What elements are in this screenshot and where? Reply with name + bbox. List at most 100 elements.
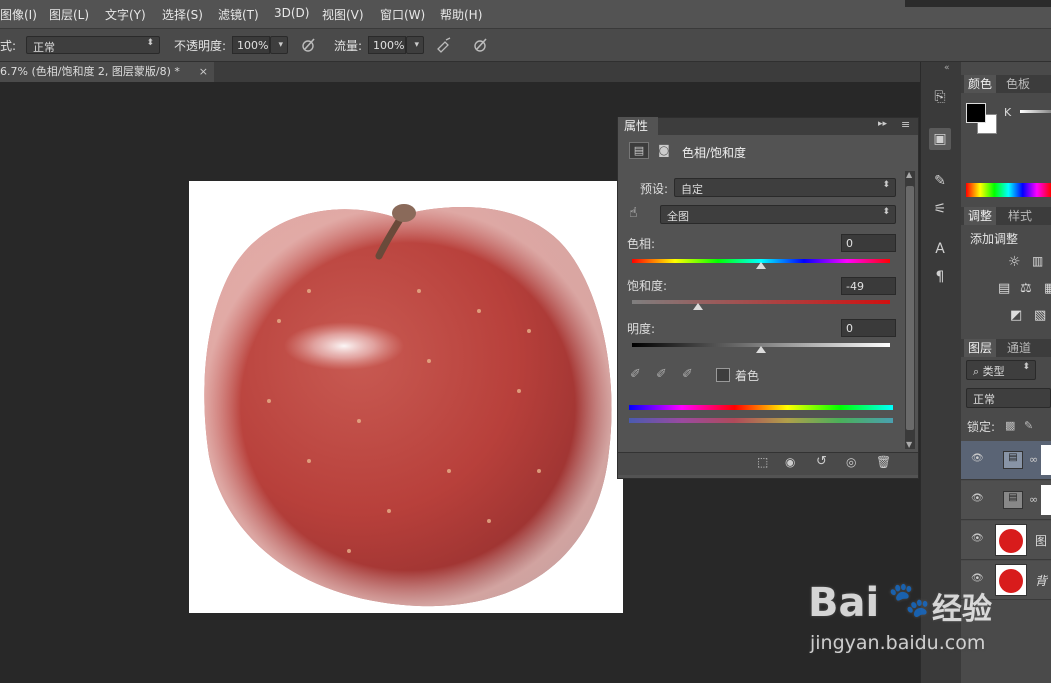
panel-menu-icon[interactable]: ≡ <box>901 118 910 131</box>
flow-dropdown-button[interactable]: ▾ <box>406 36 424 54</box>
opacity-field[interactable]: 100% <box>232 36 270 54</box>
hue-saturation-icon[interactable]: ▤ <box>998 281 1010 296</box>
layer-mask-thumbnail[interactable] <box>1041 445 1051 475</box>
trash-icon[interactable]: 🗑 <box>876 455 891 469</box>
tab-styles[interactable]: 样式 <box>1004 207 1036 225</box>
eye-icon[interactable]: 👁 <box>971 533 984 544</box>
menu-image[interactable]: 图像(I) <box>0 6 37 23</box>
paragraph-icon[interactable]: ¶ <box>929 266 951 288</box>
reset-icon[interactable]: ↺ <box>816 454 827 469</box>
properties-icon[interactable]: ▣ <box>929 128 951 150</box>
history-icon[interactable]: ⎘ <box>929 86 951 108</box>
layer-row-hue-sat-1[interactable]: 👁 ▤ ∞ <box>961 481 1051 520</box>
brightness-icon[interactable]: ☼ <box>1008 254 1021 270</box>
collapse-icon[interactable]: « <box>944 63 950 73</box>
chevron-down-icon: ▾ <box>278 40 283 50</box>
pressure-size-icon[interactable] <box>472 37 488 53</box>
visibility-eye-icon[interactable]: ◎ <box>846 455 856 469</box>
chain-link-icon[interactable]: ∞ <box>1029 453 1038 466</box>
collapse-double-arrow-icon[interactable]: ▸▸ <box>878 119 887 129</box>
layer-mask-thumbnail[interactable] <box>1041 485 1051 515</box>
eyedropper-minus-icon[interactable]: ✐ <box>682 367 693 382</box>
layer-row-hue-sat-2[interactable]: 👁 ▤ ∞ <box>961 441 1051 480</box>
character-icon[interactable]: A <box>929 238 951 260</box>
tab-properties[interactable]: 属性 <box>618 117 658 135</box>
levels-icon[interactable]: ▥ <box>1032 254 1043 268</box>
eye-icon[interactable]: 👁 <box>971 453 984 464</box>
invert-icon[interactable]: ◩ <box>1010 308 1022 323</box>
black-white-icon[interactable]: ▦ <box>1044 281 1051 296</box>
flow-field[interactable]: 100% <box>368 36 406 54</box>
properties-panel-header <box>618 118 918 135</box>
lightness-slider-thumb[interactable] <box>756 346 766 353</box>
updown-arrow-icon: ⬍ <box>882 180 890 190</box>
tab-swatches[interactable]: 色板 <box>1002 75 1034 93</box>
lock-paint-icon[interactable]: ✎ <box>1024 419 1033 432</box>
blend-mode-dropdown[interactable]: 正常 <box>966 388 1051 408</box>
pressure-opacity-icon[interactable] <box>300 37 316 53</box>
opacity-label: 不透明度: <box>174 39 227 53</box>
mode-dropdown[interactable]: 正常 ⬍ <box>26 36 160 54</box>
menu-help[interactable]: 帮助(H) <box>440 6 482 23</box>
updown-arrow-icon: ⬍ <box>882 207 890 217</box>
preset-dropdown[interactable]: 自定 ⬍ <box>674 178 896 197</box>
eyedropper-plus-icon[interactable]: ✐ <box>656 367 667 382</box>
document-tab[interactable]: 6.7% (色相/饱和度 2, 图层蒙版/8) * × <box>0 62 214 82</box>
menu-filter[interactable]: 滤镜(T) <box>218 6 259 23</box>
menu-window[interactable]: 窗口(W) <box>380 6 425 23</box>
scroll-up-arrow-icon[interactable]: ▲ <box>906 170 912 179</box>
scroll-down-arrow-icon[interactable]: ▼ <box>906 440 912 449</box>
targeted-adjust-hand-icon[interactable]: ☝ <box>629 205 638 221</box>
saturation-value-field[interactable]: -49 <box>841 277 896 295</box>
foreground-color-swatch[interactable] <box>966 103 986 123</box>
opacity-dropdown-button[interactable]: ▾ <box>270 36 288 54</box>
colorize-checkbox[interactable] <box>716 368 730 382</box>
mask-mode-icon[interactable]: ◙ <box>655 142 673 159</box>
airbrush-icon[interactable] <box>436 37 452 53</box>
menu-3d[interactable]: 3D(D) <box>274 6 309 20</box>
adjustment-mode-icon[interactable]: ▤ <box>629 142 649 159</box>
menu-type[interactable]: 文字(Y) <box>105 6 146 23</box>
document-canvas[interactable] <box>189 181 623 613</box>
lock-transparency-icon[interactable]: ▩ <box>1005 419 1015 432</box>
menu-select[interactable]: 选择(S) <box>162 6 203 23</box>
clip-to-layer-icon[interactable]: ⬚ <box>757 455 768 469</box>
layer-filter-dropdown[interactable]: ⌕ 类型 ⬍ <box>966 360 1036 380</box>
layer-name: 图 <box>1035 534 1048 548</box>
search-icon: ⌕ <box>973 365 983 378</box>
k-slider[interactable] <box>1020 110 1051 113</box>
range-dropdown[interactable]: 全图 ⬍ <box>660 205 896 224</box>
saturation-slider-track[interactable] <box>632 300 890 304</box>
adjust-sliders-icon[interactable]: ⚟ <box>929 198 951 220</box>
eye-icon[interactable]: 👁 <box>971 493 984 504</box>
baidu-watermark: Bai 🐾 经验 jingyan.baidu.com <box>808 568 1038 668</box>
tab-layers[interactable]: 图层 <box>964 339 997 357</box>
adjustment-name: 色相/饱和度 <box>682 146 747 160</box>
saturation-slider-thumb[interactable] <box>692 303 703 310</box>
mode-label: 式: <box>0 39 17 53</box>
flow-label: 流量: <box>334 39 363 53</box>
tab-channels[interactable]: 通道 <box>1003 339 1035 357</box>
close-icon[interactable]: × <box>199 62 208 82</box>
output-color-bar <box>629 418 893 423</box>
lightness-label: 明度: <box>627 322 656 336</box>
add-adjustment-label: 添加调整 <box>970 232 1019 246</box>
hue-slider-thumb[interactable] <box>756 262 766 269</box>
hue-value-field[interactable]: 0 <box>841 234 896 252</box>
layer-row-image[interactable]: 👁 图 <box>961 521 1051 560</box>
color-balance-icon[interactable]: ⚖ <box>1020 281 1032 296</box>
tab-color[interactable]: 颜色 <box>964 75 997 93</box>
brush-presets-icon[interactable]: ✎ <box>929 170 951 192</box>
tab-adjustments[interactable]: 调整 <box>964 207 997 225</box>
menu-layer[interactable]: 图层(L) <box>49 6 89 23</box>
view-previous-icon[interactable]: ◉ <box>785 455 795 469</box>
menu-view[interactable]: 视图(V) <box>322 6 364 23</box>
scrollbar-thumb[interactable] <box>906 186 914 430</box>
eyedropper-icon[interactable]: ✐ <box>630 367 641 382</box>
color-spectrum-bar[interactable] <box>966 183 1051 197</box>
chain-link-icon[interactable]: ∞ <box>1029 493 1038 506</box>
gradient-map-icon[interactable]: ▧ <box>1034 308 1046 323</box>
lightness-value-field[interactable]: 0 <box>841 319 896 337</box>
range-value: 全图 <box>667 210 689 223</box>
watermark-brand: Bai <box>808 580 880 626</box>
